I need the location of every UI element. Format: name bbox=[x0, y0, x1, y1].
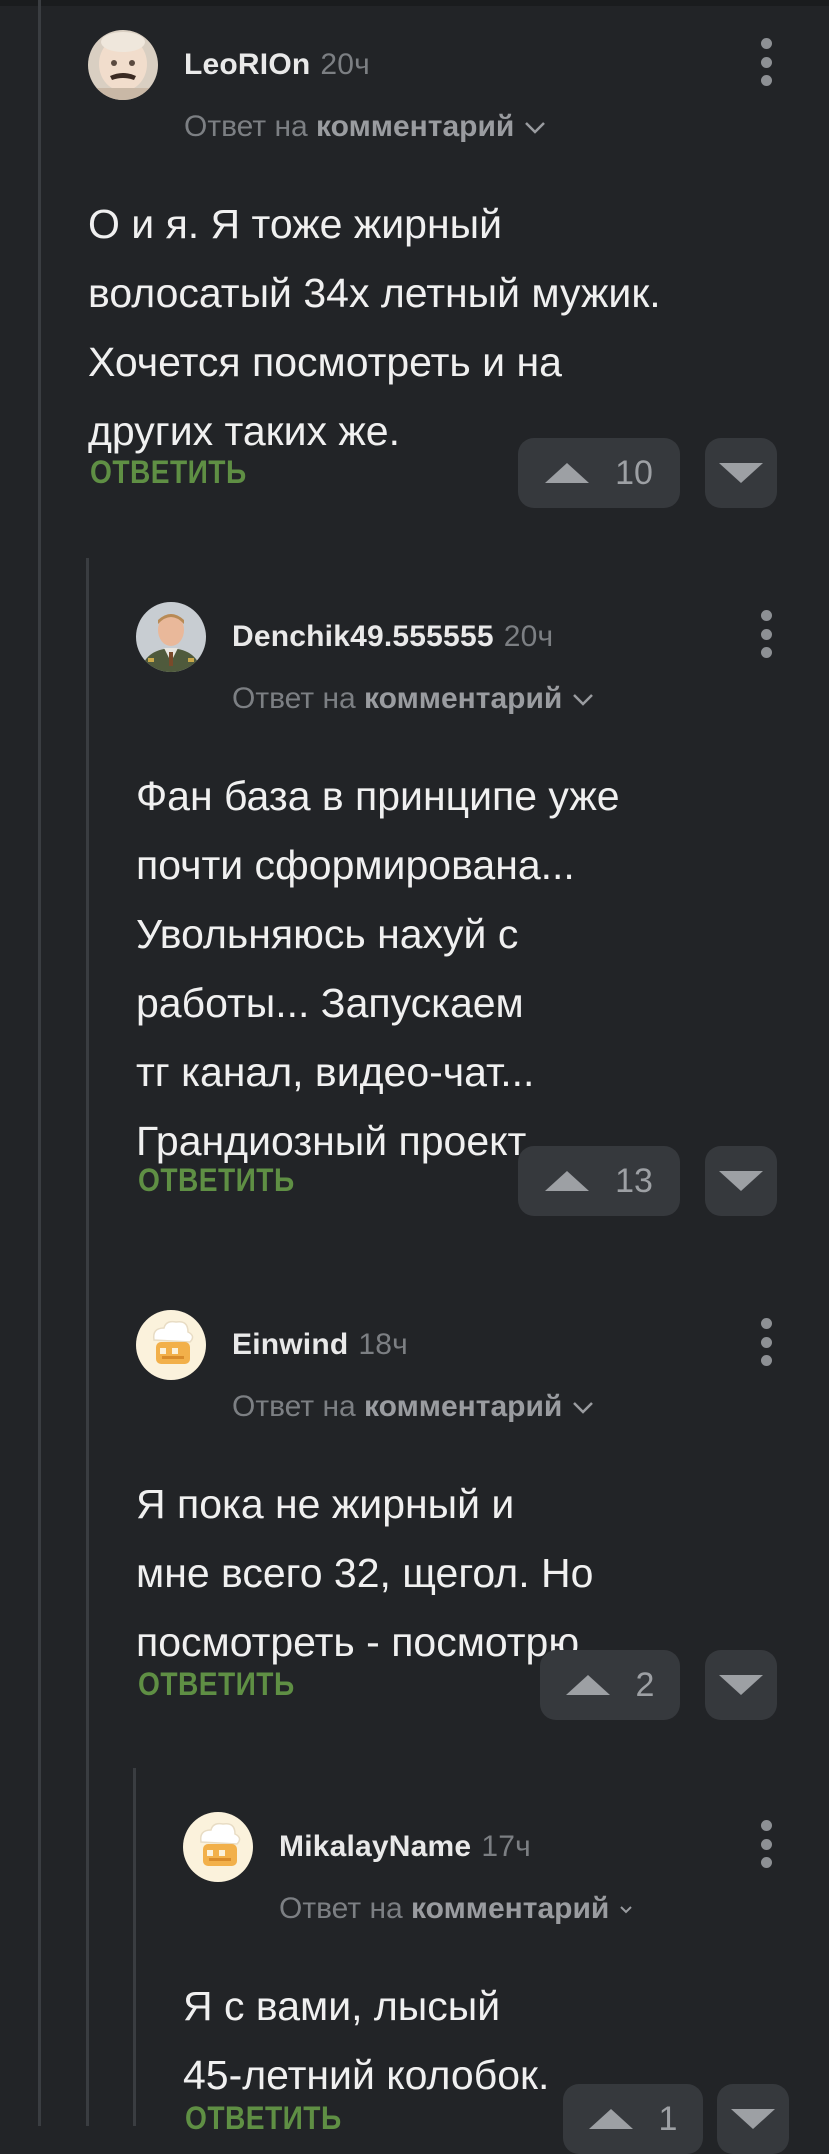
chevron-down-icon bbox=[573, 1402, 594, 1414]
thread-line-level-1[interactable] bbox=[38, 0, 41, 2126]
comment: Denchik49.555555 20ч Ответ на комментарий… bbox=[136, 602, 788, 1222]
reply-button[interactable]: ОТВЕТИТЬ bbox=[138, 1162, 295, 1199]
timestamp: 18ч bbox=[358, 1328, 408, 1361]
comment-text: Я с вами, лысый 45-летний колобок. bbox=[183, 1983, 550, 2098]
more-options-icon[interactable] bbox=[760, 1318, 772, 1366]
top-edge bbox=[0, 0, 829, 6]
more-options-icon[interactable] bbox=[760, 38, 772, 86]
username[interactable]: LeoRIOn 20ч bbox=[184, 48, 370, 82]
arrow-up-icon bbox=[565, 1675, 610, 1695]
default-avatar-icon[interactable] bbox=[136, 1310, 206, 1380]
reply-to-link[interactable]: Ответ на комментарий bbox=[184, 110, 546, 144]
thread-line-level-2[interactable] bbox=[86, 558, 89, 2126]
arrow-down-icon bbox=[731, 2109, 775, 2129]
comment-text: Я пока не жирный и мне всего 32, щегол. … bbox=[136, 1481, 594, 1665]
timestamp: 20ч bbox=[320, 48, 371, 81]
rating-count: 2 bbox=[635, 1665, 655, 1704]
timestamp: 20ч bbox=[503, 620, 554, 653]
reply-to-link[interactable]: Ответ на комментарий bbox=[232, 682, 594, 716]
arrow-down-icon bbox=[719, 1675, 763, 1695]
username[interactable]: MikalayName 17ч bbox=[279, 1830, 531, 1864]
reply-button[interactable]: ОТВЕТИТЬ bbox=[90, 454, 247, 491]
username[interactable]: Denchik49.555555 20ч bbox=[232, 620, 553, 654]
arrow-down-icon bbox=[719, 1171, 763, 1191]
reply-button[interactable]: ОТВЕТИТЬ bbox=[185, 2100, 342, 2137]
more-options-icon[interactable] bbox=[760, 610, 772, 658]
upvote-button[interactable]: 2 bbox=[540, 1650, 680, 1720]
upvote-button[interactable]: 10 bbox=[518, 438, 680, 508]
arrow-down-icon bbox=[719, 463, 763, 483]
comment: Einwind 18ч Ответ на комментарий Я пока н… bbox=[136, 1310, 788, 1730]
reply-button[interactable]: ОТВЕТИТЬ bbox=[138, 1666, 295, 1703]
comment: LeoRIOn 20ч Ответ на комментарий О и я. Я… bbox=[88, 30, 788, 510]
comment: MikalayName 17ч Ответ на комментарий Я с … bbox=[183, 1812, 789, 2154]
arrow-up-icon bbox=[588, 2109, 633, 2129]
downvote-button[interactable] bbox=[705, 1146, 777, 1216]
arrow-up-icon bbox=[545, 463, 590, 483]
downvote-button[interactable] bbox=[705, 438, 777, 508]
baby-avatar-icon[interactable] bbox=[88, 30, 158, 100]
chevron-down-icon bbox=[620, 1906, 633, 1914]
comment-text: Фан база в принципе уже почти сформирова… bbox=[136, 773, 620, 1164]
reply-to-link[interactable]: Ответ на комментарий bbox=[232, 1390, 594, 1424]
default-avatar-icon[interactable] bbox=[183, 1812, 253, 1882]
downvote-button[interactable] bbox=[717, 2084, 789, 2154]
rating-count: 13 bbox=[615, 1161, 653, 1200]
reply-to-link[interactable]: Ответ на комментарий bbox=[279, 1892, 633, 1926]
rating-count: 10 bbox=[615, 453, 653, 492]
man-in-uniform-avatar-icon[interactable] bbox=[136, 602, 206, 672]
timestamp: 17ч bbox=[481, 1830, 531, 1863]
chevron-down-icon bbox=[573, 694, 594, 706]
thread-line-level-3[interactable] bbox=[133, 1768, 136, 2126]
downvote-button[interactable] bbox=[705, 1650, 777, 1720]
upvote-button[interactable]: 1 bbox=[563, 2084, 703, 2154]
more-options-icon[interactable] bbox=[760, 1820, 772, 1868]
username[interactable]: Einwind 18ч bbox=[232, 1328, 408, 1362]
rating-count: 1 bbox=[658, 2099, 678, 2138]
arrow-up-icon bbox=[545, 1171, 590, 1191]
comment-text: О и я. Я тоже жирный волосатый 34х летны… bbox=[88, 201, 661, 454]
upvote-button[interactable]: 13 bbox=[518, 1146, 680, 1216]
chevron-down-icon bbox=[525, 122, 546, 134]
